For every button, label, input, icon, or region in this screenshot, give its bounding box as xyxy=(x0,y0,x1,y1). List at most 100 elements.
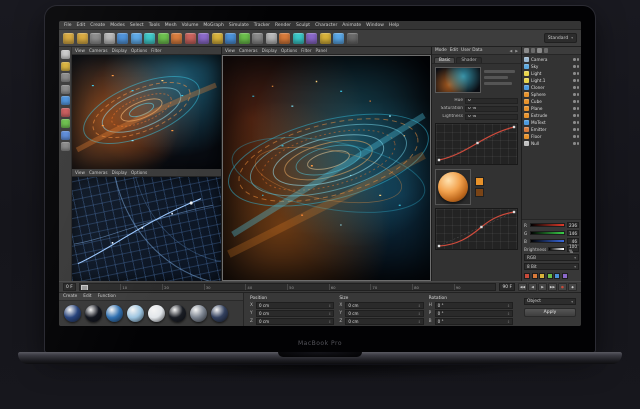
scale-icon[interactable] xyxy=(60,73,70,82)
current-frame-input[interactable]: 0 F xyxy=(63,283,76,291)
cube-primitive-icon[interactable] xyxy=(184,32,196,44)
visibility-dots[interactable] xyxy=(573,65,579,68)
color-swatch[interactable] xyxy=(475,177,484,186)
snap-icon[interactable] xyxy=(346,32,358,44)
menu-item[interactable]: Tools xyxy=(149,23,160,28)
menu-item[interactable]: Window xyxy=(366,23,384,28)
camera-icon[interactable] xyxy=(252,32,263,44)
brightness-slider[interactable] xyxy=(548,247,565,251)
channel-slider[interactable] xyxy=(530,239,565,243)
simulate-icon[interactable] xyxy=(238,32,250,44)
material-menu-item[interactable]: Create xyxy=(63,294,77,299)
viewport-menu-item[interactable]: Filter xyxy=(301,48,311,53)
attribute-tab[interactable]: Basic xyxy=(434,56,456,63)
attr-menu-userdata[interactable]: User Data xyxy=(461,48,482,53)
layers-icon[interactable] xyxy=(537,48,542,53)
material-swatch[interactable] xyxy=(190,305,207,322)
object-row[interactable]: Cloner xyxy=(522,84,581,91)
object-row[interactable]: Extrude xyxy=(522,112,581,119)
object-row[interactable]: Cube xyxy=(522,98,581,105)
color-swatch[interactable] xyxy=(524,273,530,279)
coord-system-icon[interactable] xyxy=(144,32,155,44)
color-mode-dropdown[interactable]: RGB ▾ xyxy=(524,254,579,261)
y-axis-lock-icon[interactable] xyxy=(60,119,70,128)
object-row[interactable]: Light xyxy=(522,70,581,77)
menu-item[interactable]: Volume xyxy=(182,23,199,28)
menu-item[interactable]: File xyxy=(64,23,72,28)
color-swatch[interactable] xyxy=(561,273,568,279)
menu-item[interactable]: MoGraph xyxy=(203,23,223,28)
menu-item[interactable]: Animate xyxy=(342,23,361,28)
channel-value-input[interactable]: 236 xyxy=(567,222,579,228)
editor-visibility-dot[interactable] xyxy=(573,100,576,103)
brightness-value-input[interactable]: 100 % xyxy=(567,244,579,254)
live-select-icon[interactable] xyxy=(60,50,70,59)
z-axis-lock-icon[interactable] xyxy=(60,130,70,140)
editor-visibility-dot[interactable] xyxy=(573,86,576,89)
render-settings-icon[interactable] xyxy=(171,32,182,44)
material-menu-item[interactable]: Edit xyxy=(83,294,91,299)
visibility-dots[interactable] xyxy=(573,79,579,82)
end-frame-input[interactable]: 90 F xyxy=(499,283,515,291)
mograph-icon[interactable] xyxy=(211,32,223,44)
field-value-input[interactable]: 0 % xyxy=(465,105,518,112)
render-visibility-dot[interactable] xyxy=(576,65,579,68)
material-swatch[interactable] xyxy=(211,305,228,322)
menu-item[interactable]: Modes xyxy=(110,23,125,28)
visibility-dots[interactable] xyxy=(573,72,579,75)
material-swatch[interactable] xyxy=(169,305,186,322)
viewport-menu-item[interactable]: Display xyxy=(262,48,277,53)
coordinate-input[interactable]: 0 cm ↕ xyxy=(256,318,335,325)
color-swatch[interactable] xyxy=(554,273,560,279)
editor-visibility-dot[interactable] xyxy=(573,93,576,96)
apply-button[interactable]: Apply xyxy=(524,308,576,317)
x-axis-lock-icon[interactable] xyxy=(60,107,70,117)
visibility-dots[interactable] xyxy=(573,142,579,145)
move-tool-icon[interactable] xyxy=(103,32,115,44)
coordinate-input[interactable]: 0 ° ↕ xyxy=(434,302,513,309)
render-visibility-dot[interactable] xyxy=(576,135,579,138)
render-visibility-dot[interactable] xyxy=(576,86,579,89)
stepper-icon[interactable]: ↕ xyxy=(418,304,421,308)
material-menu-item[interactable]: Function xyxy=(98,294,116,299)
tag-icon[interactable] xyxy=(333,32,344,44)
transport-button[interactable]: ◀◀ xyxy=(518,283,527,291)
stepper-icon[interactable]: ↕ xyxy=(507,320,510,324)
editor-visibility-dot[interactable] xyxy=(573,128,576,131)
viewport-menu-item[interactable]: Cameras xyxy=(89,48,108,53)
coordinate-input[interactable]: 0 ° ↕ xyxy=(434,318,513,325)
menu-item[interactable]: Help xyxy=(389,23,399,28)
material-swatch[interactable] xyxy=(106,305,123,322)
visibility-dots[interactable] xyxy=(573,86,579,89)
color-swatch[interactable] xyxy=(531,273,538,279)
editor-visibility-dot[interactable] xyxy=(573,135,576,138)
channel-value-input[interactable]: 146 xyxy=(567,230,579,236)
viewport-main-render[interactable] xyxy=(222,55,431,281)
transport-button[interactable]: ● xyxy=(558,283,567,291)
light-icon[interactable] xyxy=(265,32,277,44)
visibility-dots[interactable] xyxy=(573,128,579,131)
object-row[interactable]: MoText xyxy=(522,119,581,126)
editor-visibility-dot[interactable] xyxy=(573,65,576,68)
menu-item[interactable]: Character xyxy=(315,23,337,28)
material-icon[interactable] xyxy=(279,32,290,44)
menu-item[interactable]: Sculpt xyxy=(296,23,310,28)
menu-item[interactable]: Render xyxy=(275,23,291,28)
color-swatch[interactable] xyxy=(546,273,553,279)
channel-slider[interactable] xyxy=(530,231,565,235)
volume-icon[interactable] xyxy=(225,32,236,44)
stepper-icon[interactable]: ↕ xyxy=(507,304,510,308)
menu-item[interactable]: Mesh xyxy=(165,23,177,28)
object-row[interactable]: Emitter xyxy=(522,126,581,133)
color-mode-dropdown[interactable]: 8 Bit ▾ xyxy=(524,263,579,270)
curve-editor-bottom[interactable] xyxy=(435,208,518,250)
field-value-input[interactable]: 0 ° xyxy=(465,97,518,104)
last-tool-icon[interactable] xyxy=(60,96,70,105)
redo-icon[interactable] xyxy=(76,32,88,44)
object-row[interactable]: Sky xyxy=(522,63,581,70)
rotate-tool-icon[interactable] xyxy=(130,32,142,44)
workplane-icon[interactable] xyxy=(60,142,70,151)
transport-button[interactable]: ▶▶ xyxy=(548,283,557,291)
material-swatch[interactable] xyxy=(127,305,144,322)
curve-editor-top[interactable] xyxy=(435,123,518,165)
